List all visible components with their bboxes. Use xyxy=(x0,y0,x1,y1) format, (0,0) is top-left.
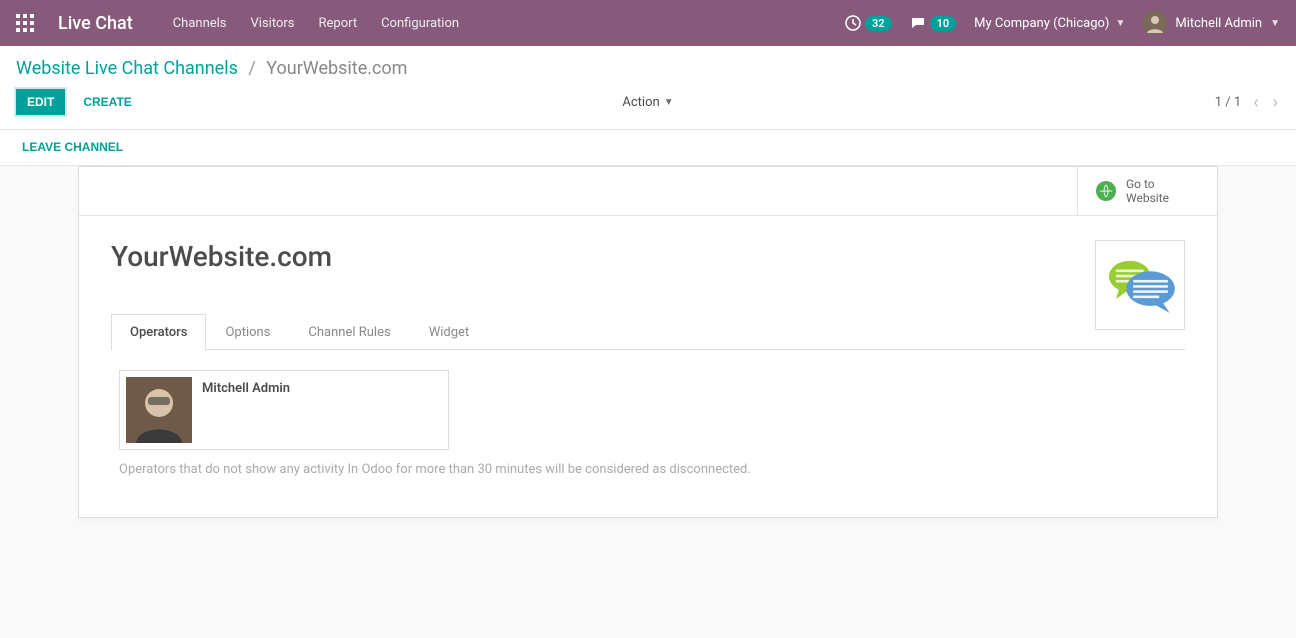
nav-configuration[interactable]: Configuration xyxy=(381,16,459,31)
chat-icon xyxy=(910,15,926,31)
pager-count: 1 / 1 xyxy=(1215,95,1241,110)
topbar: Live Chat Channels Visitors Report Confi… xyxy=(0,0,1296,46)
breadcrumb-separator: / xyxy=(248,58,255,79)
operator-name: Mitchell Admin xyxy=(202,377,290,443)
operator-card[interactable]: Mitchell Admin xyxy=(119,370,449,450)
tabs: Operators Options Channel Rules Widget xyxy=(111,313,1185,350)
sheet-container: Go to Website YourWebsit xyxy=(0,166,1296,558)
goto-website-label: Go to Website xyxy=(1126,177,1199,205)
messages-badge: 10 xyxy=(930,16,957,31)
pager-prev[interactable]: ‹ xyxy=(1251,92,1260,113)
create-button[interactable]: CREATE xyxy=(73,90,141,114)
clock-icon xyxy=(845,15,861,31)
company-selector[interactable]: My Company (Chicago) ▼ xyxy=(974,16,1125,31)
tab-operators[interactable]: Operators xyxy=(111,314,206,350)
sheet-topbar: Go to Website xyxy=(79,167,1217,216)
globe-icon xyxy=(1096,181,1116,201)
activity-indicator[interactable]: 32 xyxy=(845,15,892,31)
tab-options[interactable]: Options xyxy=(206,314,289,350)
nav-channels[interactable]: Channels xyxy=(173,16,227,31)
tab-channel-rules[interactable]: Channel Rules xyxy=(289,314,409,350)
goto-website-button[interactable]: Go to Website xyxy=(1077,167,1217,215)
control-bar: EDIT CREATE Action ▼ 1 / 1 ‹ › xyxy=(0,79,1296,130)
action-label: Action xyxy=(622,95,659,110)
status-bar: LEAVE CHANNEL xyxy=(0,130,1296,166)
page-title: YourWebsite.com xyxy=(111,240,1185,273)
messages-indicator[interactable]: 10 xyxy=(910,15,957,31)
breadcrumb: Website Live Chat Channels / YourWebsite… xyxy=(0,46,1296,79)
leave-channel-button[interactable]: LEAVE CHANNEL xyxy=(22,140,123,154)
caret-down-icon: ▼ xyxy=(664,97,674,108)
user-menu[interactable]: Mitchell Admin ▼ xyxy=(1143,11,1280,35)
caret-down-icon: ▼ xyxy=(1115,18,1125,29)
form-sheet: Go to Website YourWebsit xyxy=(78,166,1218,518)
topbar-right: 32 10 My Company (Chicago) ▼ Mitchell Ad… xyxy=(845,11,1280,35)
operators-hint: Operators that do not show any activity … xyxy=(119,462,1177,477)
pager: 1 / 1 ‹ › xyxy=(1215,92,1280,113)
user-name: Mitchell Admin xyxy=(1175,16,1262,31)
nav-menu: Channels Visitors Report Configuration xyxy=(173,16,459,31)
activity-badge: 32 xyxy=(865,16,892,31)
breadcrumb-root[interactable]: Website Live Chat Channels xyxy=(16,58,238,79)
pager-next[interactable]: › xyxy=(1271,92,1280,113)
breadcrumb-current: YourWebsite.com xyxy=(266,58,407,79)
avatar-icon xyxy=(1143,11,1167,35)
operator-avatar xyxy=(126,377,192,443)
nav-visitors[interactable]: Visitors xyxy=(251,16,295,31)
apps-icon[interactable] xyxy=(16,14,34,32)
sheet-body: YourWebsite.com Operators Options Channe… xyxy=(79,216,1217,517)
company-name: My Company (Chicago) xyxy=(974,16,1109,31)
app-brand[interactable]: Live Chat xyxy=(58,13,133,34)
caret-down-icon: ▼ xyxy=(1270,18,1280,29)
action-dropdown[interactable]: Action ▼ xyxy=(622,95,673,110)
edit-button[interactable]: EDIT xyxy=(16,89,65,115)
nav-report[interactable]: Report xyxy=(319,16,358,31)
channel-image xyxy=(1095,240,1185,330)
tab-widget[interactable]: Widget xyxy=(410,314,488,350)
